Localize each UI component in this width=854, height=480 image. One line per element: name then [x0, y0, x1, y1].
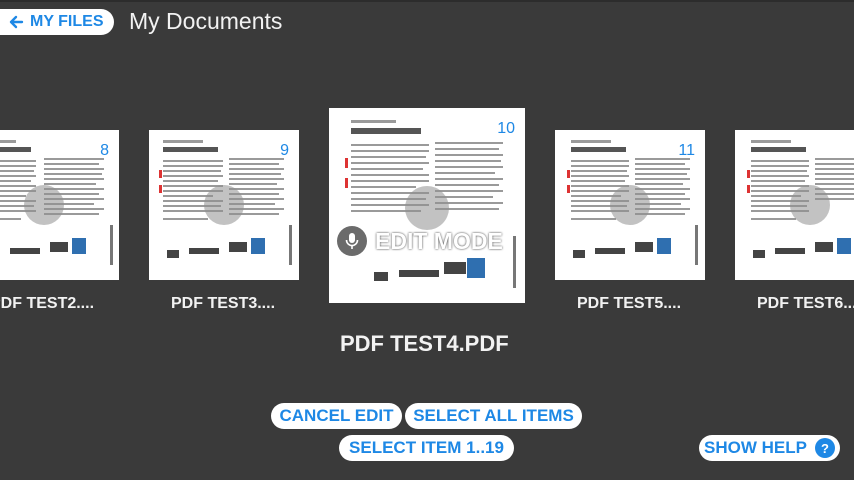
- page-number: 11: [678, 142, 695, 159]
- top-border: [0, 0, 854, 2]
- page-number: 9: [280, 142, 289, 159]
- file-name-label: PDF TEST6...: [757, 295, 854, 312]
- file-thumbnail-selected[interactable]: 10: [329, 108, 525, 303]
- cancel-edit-button[interactable]: CANCEL EDIT: [271, 403, 402, 429]
- file-thumbnail[interactable]: 8: [0, 130, 119, 280]
- file-thumbnail[interactable]: 11: [555, 130, 705, 280]
- back-button-label: MY FILES: [30, 13, 104, 30]
- select-item-range-button[interactable]: SELECT ITEM 1..19: [339, 435, 514, 461]
- back-to-my-files-button[interactable]: MY FILES: [0, 9, 114, 35]
- page-number: 8: [100, 142, 109, 159]
- edit-mode-indicator: EDIT MODE: [337, 224, 503, 258]
- microphone-icon: [337, 226, 367, 256]
- pdf-page-preview: [149, 130, 299, 280]
- page-title: My Documents: [129, 8, 283, 34]
- file-name-label-selected: PDF TEST4.PDF: [340, 331, 509, 356]
- file-thumbnail[interactable]: [735, 130, 854, 280]
- select-all-items-button[interactable]: SELECT ALL ITEMS: [405, 403, 582, 429]
- file-name-label: PDF TEST5....: [577, 295, 682, 312]
- pdf-page-preview: [735, 130, 854, 280]
- show-help-button[interactable]: SHOW HELP ?: [699, 435, 840, 461]
- edit-mode-label: EDIT MODE: [375, 227, 503, 254]
- help-icon: ?: [814, 438, 835, 458]
- file-thumbnail[interactable]: 9: [149, 130, 299, 280]
- show-help-label: SHOW HELP: [704, 438, 807, 457]
- arrow-left-icon: [9, 15, 24, 29]
- file-name-label: PDF TEST2....: [0, 295, 95, 312]
- file-name-label: PDF TEST3....: [171, 295, 276, 312]
- page-number: 10: [497, 120, 515, 137]
- pdf-page-preview: [329, 108, 525, 303]
